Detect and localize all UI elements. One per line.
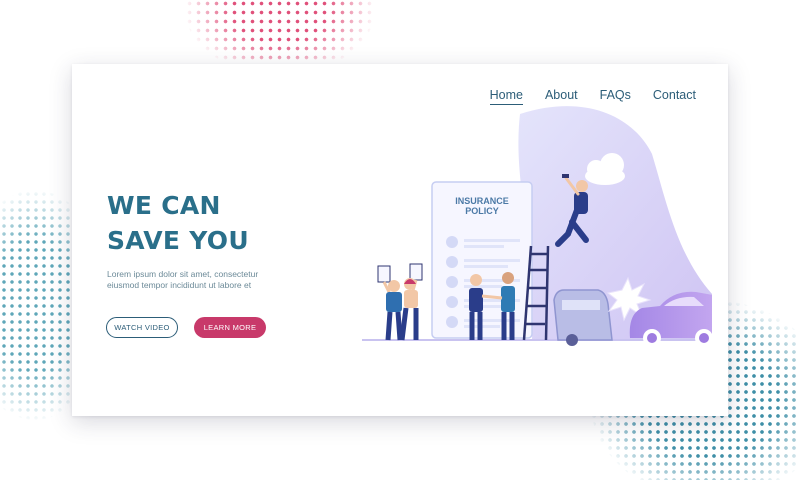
watch-video-button[interactable]: WATCH VIDEO xyxy=(106,317,178,338)
illustration-graphic xyxy=(362,106,712,347)
hero-body-text: Lorem ipsum dolor sit amet, consectetur … xyxy=(107,269,297,291)
man-with-paper-figure xyxy=(377,265,403,341)
landing-page-card: Home About FAQs Contact WE CAN SAVE YOU … xyxy=(72,64,728,416)
headline-line-1: WE CAN xyxy=(107,191,221,220)
insurance-policy-title: INSURANCE POLICY xyxy=(442,196,522,216)
body-line-2: eiusmod tempor incididunt ut labore et xyxy=(107,280,252,290)
hero-headline: WE CAN SAVE YOU xyxy=(107,188,249,258)
learn-more-button[interactable]: LEARN MORE xyxy=(194,317,266,338)
crashed-car-left xyxy=(553,289,613,346)
headline-line-2: SAVE YOU xyxy=(107,226,249,255)
policy-title-line-1: INSURANCE xyxy=(455,196,509,206)
insurance-illustration: INSURANCE POLICY xyxy=(282,94,712,384)
body-line-1: Lorem ipsum dolor sit amet, consectetur xyxy=(107,269,259,279)
policy-title-line-2: POLICY xyxy=(465,206,499,216)
woman-with-paper-figure xyxy=(399,263,423,341)
